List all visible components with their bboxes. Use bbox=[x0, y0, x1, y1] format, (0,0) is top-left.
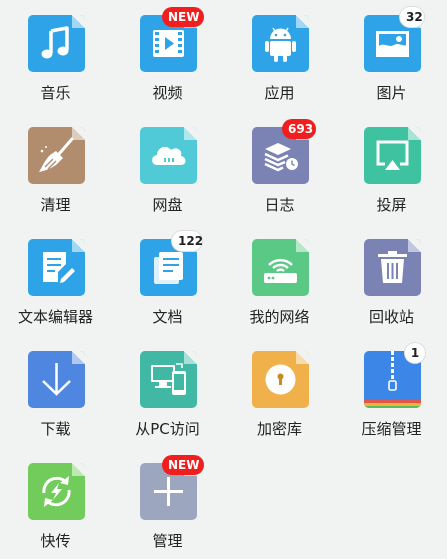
corner-fold bbox=[296, 351, 309, 364]
cloud-drive-tile bbox=[140, 127, 197, 184]
corner-fold bbox=[72, 15, 85, 28]
count-badge: 32 bbox=[400, 7, 424, 27]
grid-item-documents[interactable]: 122 文档 bbox=[112, 224, 223, 335]
grid-item-label: 清理 bbox=[40, 196, 71, 214]
grid-item-label: 网盘 bbox=[152, 196, 183, 214]
grid-item-cloud-drive[interactable]: 网盘 bbox=[112, 112, 223, 223]
apps-tile bbox=[252, 15, 309, 72]
grid-item-compress[interactable]: 1 压缩管理 bbox=[336, 336, 447, 447]
grid-item-label: 加密库 bbox=[256, 420, 302, 438]
grid-item-pictures[interactable]: 32 图片 bbox=[336, 0, 447, 111]
grid-item-label: 从PC访问 bbox=[135, 420, 200, 438]
corner-fold bbox=[72, 351, 85, 364]
download-tile bbox=[28, 351, 85, 408]
grid-item-download[interactable]: 下载 bbox=[0, 336, 111, 447]
new-badge: NEW bbox=[162, 455, 204, 475]
grid-item-cleanup[interactable]: 清理 bbox=[0, 112, 111, 223]
tool-grid: 音乐 NEW 视频 应用 32 图片 清理 网盘 693 日志 投屏 文本编辑器… bbox=[0, 0, 447, 558]
pc-access-tile bbox=[140, 351, 197, 408]
grid-item-label: 压缩管理 bbox=[361, 420, 422, 438]
grid-item-text-editor[interactable]: 文本编辑器 bbox=[0, 224, 111, 335]
corner-fold bbox=[296, 239, 309, 252]
corner-fold bbox=[408, 239, 421, 252]
grid-item-my-network[interactable]: 我的网络 bbox=[224, 224, 335, 335]
grid-item-label: 视频 bbox=[152, 84, 183, 102]
corner-fold bbox=[296, 15, 309, 28]
quick-transfer-tile bbox=[28, 463, 85, 520]
new-badge: NEW bbox=[162, 7, 204, 27]
grid-item-recycle-bin[interactable]: 回收站 bbox=[336, 224, 447, 335]
grid-item-label: 下载 bbox=[40, 420, 71, 438]
grid-item-label: 文档 bbox=[152, 308, 183, 326]
grid-item-cast[interactable]: 投屏 bbox=[336, 112, 447, 223]
grid-item-label: 我的网络 bbox=[249, 308, 310, 326]
grid-item-manage[interactable]: NEW 管理 bbox=[112, 448, 223, 559]
grid-item-label: 日志 bbox=[264, 196, 295, 214]
cleanup-tile bbox=[28, 127, 85, 184]
grid-item-label: 快传 bbox=[40, 532, 71, 550]
my-network-tile bbox=[252, 239, 309, 296]
corner-fold bbox=[72, 239, 85, 252]
count-badge: 1 bbox=[405, 343, 425, 363]
corner-fold bbox=[72, 463, 85, 476]
grid-item-logs[interactable]: 693 日志 bbox=[224, 112, 335, 223]
grid-item-label: 投屏 bbox=[376, 196, 407, 214]
grid-item-label: 回收站 bbox=[368, 308, 414, 326]
grid-item-apps[interactable]: 应用 bbox=[224, 0, 335, 111]
recycle-tile bbox=[364, 239, 421, 296]
text-editor-tile bbox=[28, 239, 85, 296]
grid-item-pc-access[interactable]: 从PC访问 bbox=[112, 336, 223, 447]
vault-tile bbox=[252, 351, 309, 408]
corner-fold bbox=[72, 127, 85, 140]
grid-item-label: 管理 bbox=[152, 532, 183, 550]
music-tile bbox=[28, 15, 85, 72]
grid-item-video[interactable]: NEW 视频 bbox=[112, 0, 223, 111]
corner-fold bbox=[408, 127, 421, 140]
corner-fold bbox=[184, 351, 197, 364]
grid-item-quick-transfer[interactable]: 快传 bbox=[0, 448, 111, 559]
grid-item-label: 应用 bbox=[264, 84, 295, 102]
grid-item-label: 音乐 bbox=[40, 84, 71, 102]
count-badge: 693 bbox=[282, 119, 316, 139]
grid-item-label: 图片 bbox=[376, 84, 407, 102]
cast-tile bbox=[364, 127, 421, 184]
grid-item-label: 文本编辑器 bbox=[17, 308, 93, 326]
grid-item-vault[interactable]: 加密库 bbox=[224, 336, 335, 447]
count-badge: 122 bbox=[172, 231, 203, 251]
corner-fold bbox=[184, 127, 197, 140]
grid-item-music[interactable]: 音乐 bbox=[0, 0, 111, 111]
